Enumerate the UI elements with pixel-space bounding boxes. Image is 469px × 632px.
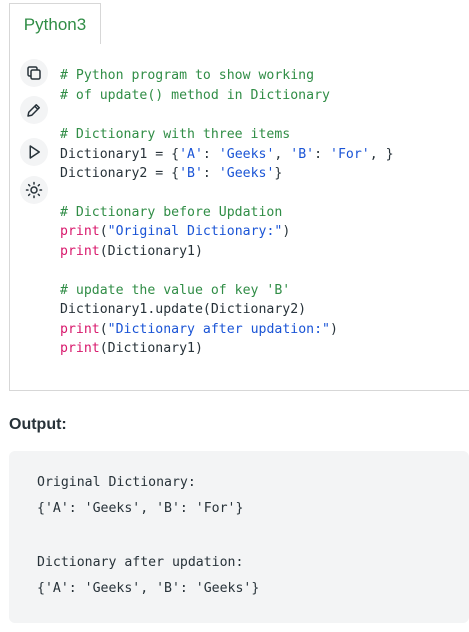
run-button[interactable] <box>20 138 48 166</box>
output-line: {'A': 'Geeks', 'B': 'For'} <box>37 501 244 516</box>
theme-toggle-button[interactable] <box>20 176 48 204</box>
output-line: {'A': 'Geeks', 'B': 'Geeks'} <box>37 581 260 596</box>
code-line: # Python program to show working <box>60 68 315 83</box>
code-line: print(Dictionary1) <box>60 244 203 259</box>
code-line: print(Dictionary1) <box>60 341 203 356</box>
code-line: # of update() method in Dictionary <box>60 88 330 103</box>
play-icon <box>29 145 40 159</box>
output-line: Original Dictionary: <box>37 475 196 490</box>
code-line: print("Dictionary after updation:") <box>60 322 338 337</box>
pencil-icon <box>27 104 40 117</box>
output-panel: Original Dictionary: {'A': 'Geeks', 'B':… <box>9 451 469 623</box>
code-line: Dictionary1 = {'A': 'Geeks', 'B': 'For',… <box>60 147 394 162</box>
code-line: Dictionary1.update(Dictionary2) <box>60 302 307 317</box>
edit-button[interactable] <box>20 96 48 124</box>
code-line: Dictionary2 = {'B': 'Geeks'} <box>60 166 283 181</box>
code-line: # Dictionary before Updation <box>60 205 283 220</box>
output-label: Output: <box>9 416 67 433</box>
code-line: # update the value of key 'B' <box>60 283 291 298</box>
sun-icon <box>25 181 43 199</box>
copy-button[interactable] <box>20 59 48 87</box>
output-line: Dictionary after updation: <box>37 555 244 570</box>
code-line: print("Original Dictionary:") <box>60 224 291 239</box>
code-line: # Dictionary with three items <box>60 127 291 142</box>
copy-icon <box>27 66 41 80</box>
tab-python3[interactable]: Python3 <box>9 3 101 44</box>
